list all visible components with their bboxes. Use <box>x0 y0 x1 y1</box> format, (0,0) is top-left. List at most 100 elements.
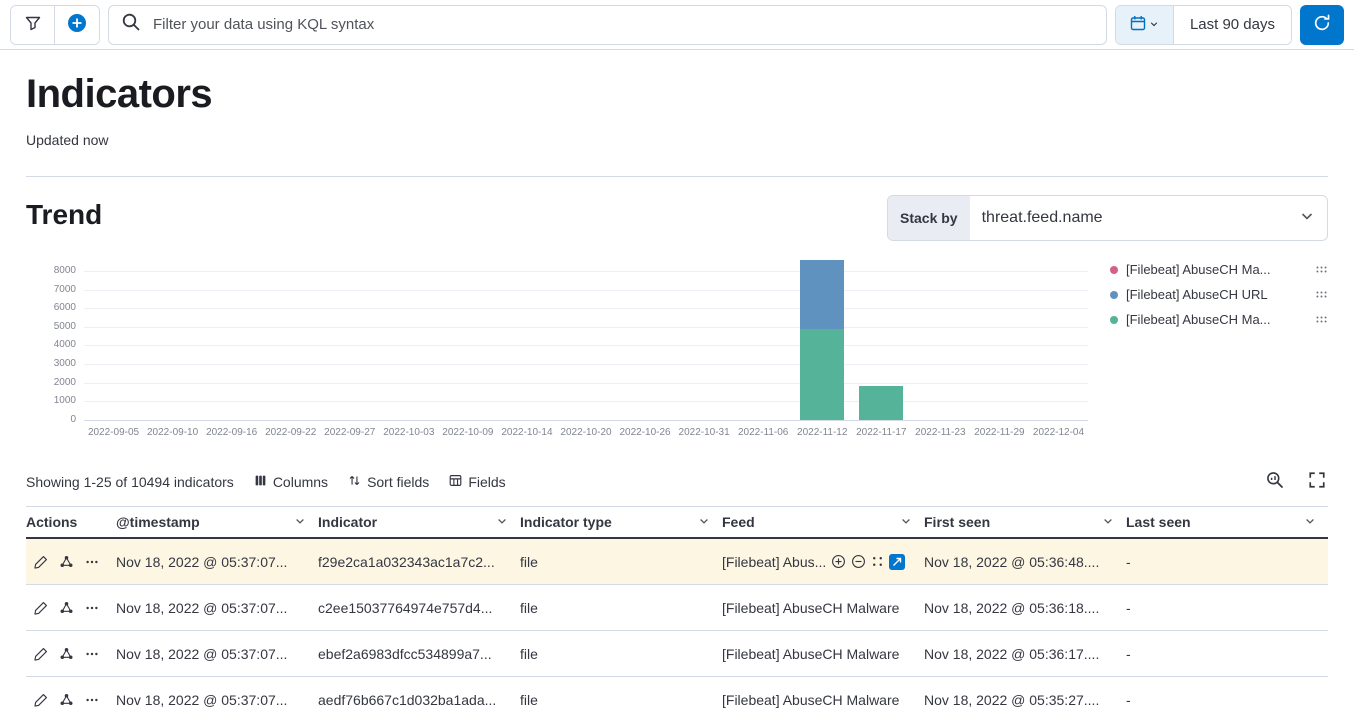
column-header-indicator[interactable]: Indicator <box>318 507 520 537</box>
column-header-label: Indicator type <box>520 514 612 530</box>
columns-icon <box>254 474 267 490</box>
refresh-button[interactable] <box>1300 5 1344 45</box>
edit-button[interactable] <box>34 647 48 661</box>
column-header-feed[interactable]: Feed <box>722 507 924 537</box>
legend-label: [Filebeat] AbuseCH Ma... <box>1126 312 1307 327</box>
y-tick-label: 2000 <box>54 377 76 388</box>
filter-menu-button[interactable] <box>11 6 55 44</box>
x-tick-label: 2022-09-27 <box>324 427 375 438</box>
edit-button[interactable] <box>34 601 48 615</box>
filter-for-button[interactable] <box>831 554 846 569</box>
timestamp-cell: Nov 18, 2022 @ 05:37:07... <box>116 646 318 662</box>
column-header-actions[interactable]: Actions <box>26 507 116 537</box>
column-header--timestamp[interactable]: @timestamp <box>116 507 318 537</box>
table-row: Nov 18, 2022 @ 05:37:07...f29e2ca1a03234… <box>26 539 1328 585</box>
legend-color-dot <box>1110 266 1118 274</box>
refresh-icon <box>1313 14 1331 35</box>
timestamp-cell: Nov 18, 2022 @ 05:37:07... <box>116 692 318 708</box>
column-header-label: Indicator <box>318 514 377 530</box>
calendar-icon <box>1130 15 1146 34</box>
inspect-icon <box>1266 471 1284 492</box>
page-title: Indicators <box>26 72 1328 117</box>
fields-label: Fields <box>468 474 505 490</box>
legend-item[interactable]: [Filebeat] AbuseCH Ma... <box>1110 307 1328 332</box>
x-tick-label: 2022-09-22 <box>265 427 316 438</box>
legend-item[interactable]: [Filebeat] AbuseCH Ma... <box>1110 257 1328 282</box>
query-bar: Last 90 days <box>0 0 1354 50</box>
add-filter-button[interactable] <box>55 6 99 44</box>
trend-bar-segment <box>800 260 844 329</box>
graph-button[interactable] <box>59 692 74 707</box>
more-actions-button[interactable] <box>85 601 99 615</box>
gridline <box>84 290 1088 291</box>
chevron-down-icon <box>1299 208 1315 229</box>
chevron-down-icon <box>1304 514 1316 530</box>
table-body: Nov 18, 2022 @ 05:37:07...f29e2ca1a03234… <box>26 539 1328 721</box>
graph-button[interactable] <box>59 554 74 569</box>
more-actions-button[interactable] <box>85 693 99 707</box>
trend-header: Trend Stack by threat.feed.name <box>26 195 1328 241</box>
x-tick-label: 2022-11-17 <box>856 427 906 438</box>
more-actions-button[interactable] <box>85 555 99 569</box>
feed-cell: [Filebeat] Abus... <box>722 554 924 570</box>
y-tick-label: 1000 <box>54 395 76 406</box>
row-actions-cell <box>26 554 116 569</box>
table-row: Nov 18, 2022 @ 05:37:07...aedf76b667c1d0… <box>26 677 1328 721</box>
add-to-timeline-button[interactable] <box>889 554 905 570</box>
legend-actions-button[interactable] <box>1315 288 1328 301</box>
kql-search-box <box>108 5 1107 45</box>
indicator-type-cell: file <box>520 646 722 662</box>
inspect-button[interactable] <box>1264 469 1286 494</box>
stack-by-select[interactable]: threat.feed.name <box>970 196 1327 240</box>
x-tick-label: 2022-12-04 <box>1033 427 1084 438</box>
filter-out-button[interactable] <box>851 554 866 569</box>
legend-actions-button[interactable] <box>1315 313 1328 326</box>
date-range-button[interactable]: Last 90 days <box>1174 6 1291 44</box>
table-row: Nov 18, 2022 @ 05:37:07...ebef2a6983dfcc… <box>26 631 1328 677</box>
legend-item[interactable]: [Filebeat] AbuseCH URL <box>1110 282 1328 307</box>
trend-bar[interactable] <box>800 260 844 420</box>
graph-button[interactable] <box>59 600 74 615</box>
graph-button[interactable] <box>59 646 74 661</box>
edit-button[interactable] <box>34 555 48 569</box>
search-icon <box>121 12 141 37</box>
x-tick-label: 2022-11-06 <box>738 427 788 438</box>
column-header-indicator-type[interactable]: Indicator type <box>520 507 722 537</box>
gridline <box>84 383 1088 384</box>
feed-cell: [Filebeat] AbuseCH Malware <box>722 692 924 708</box>
sort-fields-button[interactable]: Sort fields <box>348 474 429 490</box>
threat-intelligence-indicators-page: Last 90 days Indicators Updated now Tren… <box>0 0 1354 721</box>
indicator-cell: ebef2a6983dfcc534899a7... <box>318 646 520 662</box>
grid-toolbar: Showing 1-25 of 10494 indicators Columns… <box>26 469 1328 507</box>
y-axis: 010002000300040005000600070008000 <box>26 257 84 421</box>
kql-search-input[interactable] <box>151 15 1094 34</box>
edit-button[interactable] <box>34 693 48 707</box>
row-actions-cell <box>26 600 116 615</box>
more-actions-button[interactable] <box>85 647 99 661</box>
last-seen-cell: - <box>1126 646 1328 662</box>
legend-color-dot <box>1110 291 1118 299</box>
legend-color-dot <box>1110 316 1118 324</box>
last-seen-cell: - <box>1126 554 1328 570</box>
cell-actions-button[interactable] <box>871 555 884 568</box>
stack-by-label: Stack by <box>888 196 970 240</box>
column-header-first-seen[interactable]: First seen <box>924 507 1126 537</box>
sort-icon <box>348 474 361 490</box>
columns-label: Columns <box>273 474 328 490</box>
date-picker: Last 90 days <box>1115 5 1292 45</box>
row-actions-cell <box>26 692 116 707</box>
first-seen-cell: Nov 18, 2022 @ 05:35:27.... <box>924 692 1126 708</box>
columns-button[interactable]: Columns <box>254 474 328 490</box>
legend-actions-button[interactable] <box>1315 263 1328 276</box>
fields-button[interactable]: Fields <box>449 474 505 490</box>
trend-bar[interactable] <box>859 386 903 420</box>
fullscreen-button[interactable] <box>1306 469 1328 494</box>
column-header-last-seen[interactable]: Last seen <box>1126 507 1328 537</box>
date-quick-select-button[interactable] <box>1116 6 1174 44</box>
section-divider <box>26 176 1328 177</box>
x-tick-label: 2022-11-12 <box>797 427 847 438</box>
indicator-type-cell: file <box>520 692 722 708</box>
gridline <box>84 364 1088 365</box>
indicator-type-cell: file <box>520 600 722 616</box>
stack-by-control: Stack by threat.feed.name <box>887 195 1328 241</box>
